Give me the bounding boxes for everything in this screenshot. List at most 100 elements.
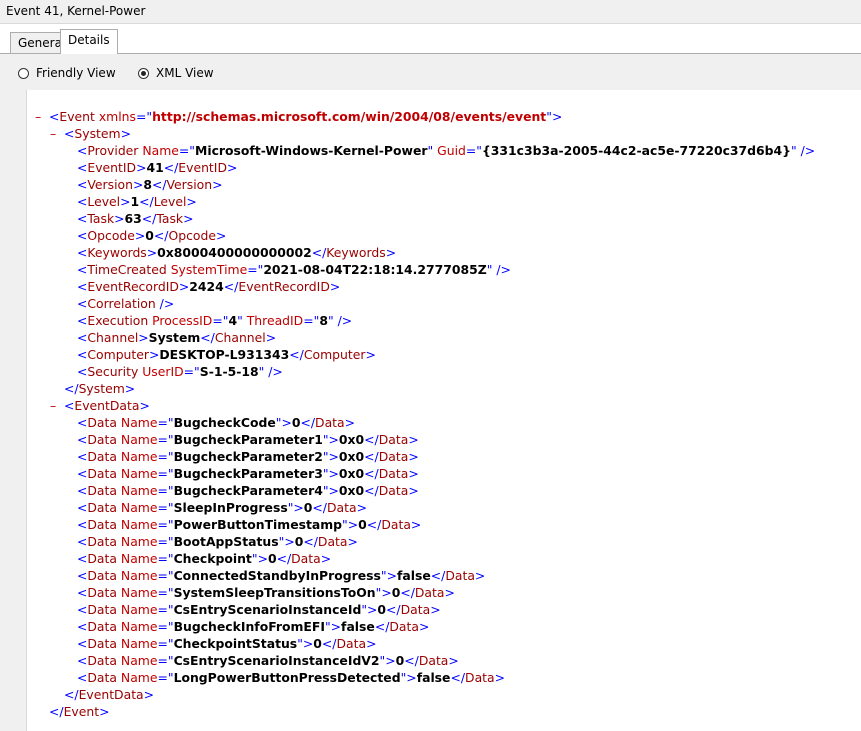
xml-bracket: </ (404, 653, 419, 668)
xml-attr-value: ConnectedStandbyInProgress (173, 568, 381, 583)
collapse-toggle-icon[interactable]: – (35, 108, 49, 125)
collapse-toggle-icon[interactable]: – (50, 397, 64, 414)
xml-bracket: =" (157, 500, 174, 515)
xml-tag-name: Data (378, 449, 409, 464)
xml-element-value: 0 (267, 551, 277, 566)
xml-tag-name: Computer (87, 347, 149, 362)
tab-details[interactable]: Details (60, 29, 118, 54)
xml-bracket: < (77, 585, 88, 600)
xml-element-value: 0 (145, 228, 154, 243)
xml-tag-name: Data (445, 568, 475, 583)
xml-tag-name: Level (153, 194, 187, 209)
xml-data-element: <Data Name="ConnectedStandbyInProgress">… (77, 567, 485, 584)
xml-system-open: – <System> (50, 125, 131, 142)
xml-bracket: </ (311, 245, 327, 260)
xml-bracket: </ (151, 177, 167, 192)
xml-system-element: <EventRecordID>2424</EventRecordID> (77, 278, 340, 295)
xml-attr-name: Guid (433, 143, 466, 158)
xml-bracket: < (49, 109, 60, 124)
xml-tag-name: Data (418, 653, 449, 668)
xml-attr-value: CsEntryScenarioInstanceId (173, 602, 362, 617)
xml-tag-name: Data (336, 636, 367, 651)
xml-system-element: <Level>1</Level> (77, 193, 197, 210)
xml-bracket: </ (366, 517, 382, 532)
xml-bracket: > (99, 704, 110, 719)
xml-bracket: > (328, 449, 339, 464)
xml-system-element: <Execution ProcessID="4" ThreadID="8" /> (77, 312, 352, 329)
xml-attr-value: BugcheckParameter1 (173, 432, 323, 447)
xml-tag-name: Data (378, 432, 409, 447)
view-toggle-bar: Friendly View XML View (0, 54, 861, 90)
xml-data-element: <Data Name="SystemSleepTransitionsToOn">… (77, 584, 455, 601)
xml-attr-name: Name (116, 517, 158, 532)
xml-system-element: <Correlation /> (77, 295, 174, 312)
xml-bracket: < (64, 126, 75, 141)
xml-bracket: > (320, 551, 332, 566)
xml-attr-value: SleepInProgress (173, 500, 288, 515)
xml-bracket: > (408, 432, 419, 447)
xml-data-element: <Data Name="CheckpointStatus">0</Data> (77, 635, 376, 652)
xml-bracket: </ (163, 160, 179, 175)
xml-bracket: < (77, 500, 88, 515)
xml-bracket: < (77, 143, 88, 158)
left-gutter (0, 90, 26, 731)
xml-tag-name: Channel (214, 330, 266, 345)
xml-system-element: <Keywords>0x8000400000000002</Keywords> (77, 244, 396, 261)
xml-bracket: </ (386, 602, 401, 617)
xml-data-element: <Data Name="Checkpoint">0</Data> (77, 550, 331, 567)
xml-attr-value: CsEntryScenarioInstanceIdV2 (173, 653, 380, 668)
xml-bracket: > (329, 279, 341, 294)
xml-system-close: </System> (64, 380, 135, 397)
xml-tag-name: Channel (87, 330, 139, 345)
xml-bracket: </ (223, 279, 239, 294)
xml-tag-name: Data (87, 568, 117, 583)
xml-bracket: > (430, 602, 441, 617)
xml-bracket: < (77, 636, 88, 651)
xml-data-element: <Data Name="SleepInProgress">0</Data> (77, 499, 367, 516)
xml-data-element: <Data Name="BugcheckParameter2">0x0</Dat… (77, 448, 419, 465)
xml-bracket: > (183, 211, 194, 226)
xml-bracket: </ (364, 483, 379, 498)
xml-bracket: > (114, 211, 125, 226)
xml-bracket: /> (492, 262, 511, 277)
xml-tag-name: Data (87, 636, 117, 651)
xml-tag-name: Data (87, 551, 117, 566)
xml-attr-name: SystemTime (166, 262, 248, 277)
xml-element-value: 0 (313, 636, 322, 651)
xml-view-pane[interactable]: – <Event xmlns="http://schemas.microsoft.… (26, 90, 861, 731)
xml-attr-value: LongPowerButtonPressDetected (173, 670, 401, 685)
xml-bracket: < (77, 194, 88, 209)
xml-attr-value: SystemSleepTransitionsToOn (173, 585, 376, 600)
xml-bracket: > (302, 636, 314, 651)
xml-bracket: =" (157, 432, 174, 447)
xml-bracket: </ (364, 449, 379, 464)
xml-tag-name: Opcode (87, 228, 135, 243)
xml-bracket: > (134, 228, 146, 243)
xml-element-value: 41 (146, 160, 164, 175)
xml-bracket: < (77, 228, 88, 243)
xml-bracket: > (381, 585, 392, 600)
xml-element-value: System (148, 330, 201, 345)
xml-bracket: < (77, 262, 88, 277)
xml-bracket: > (386, 568, 397, 583)
xml-data-element: <Data Name="BugcheckCode">0</Data> (77, 414, 355, 431)
xml-view-radio[interactable]: XML View (138, 66, 214, 80)
xml-bracket: </ (430, 568, 446, 583)
xml-tag-name: Data (87, 415, 117, 430)
xml-system-element: <Opcode>0</Opcode> (77, 227, 226, 244)
xml-data-element: <Data Name="BugcheckParameter4">0x0</Dat… (77, 482, 419, 499)
collapse-toggle-icon[interactable]: – (50, 125, 64, 142)
friendly-view-radio[interactable]: Friendly View (18, 66, 116, 80)
xml-bracket: < (77, 364, 88, 379)
xml-tag-name: Keywords (326, 245, 386, 260)
xml-bracket: > (385, 245, 397, 260)
xml-data-element: <Data Name="BugcheckParameter1">0x0</Dat… (77, 431, 419, 448)
xml-bracket: =" (247, 262, 264, 277)
xml-tag-name: Event (63, 704, 100, 719)
xml-bracket: > (257, 551, 268, 566)
xml-eventdata-close: </EventData> (64, 686, 154, 703)
xml-bracket: =" (157, 517, 174, 532)
xml-attr-value: BugcheckParameter4 (173, 483, 323, 498)
xml-data-element: <Data Name="BugcheckParameter3">0x0</Dat… (77, 465, 419, 482)
xml-attr-value: BugcheckParameter2 (173, 449, 323, 464)
